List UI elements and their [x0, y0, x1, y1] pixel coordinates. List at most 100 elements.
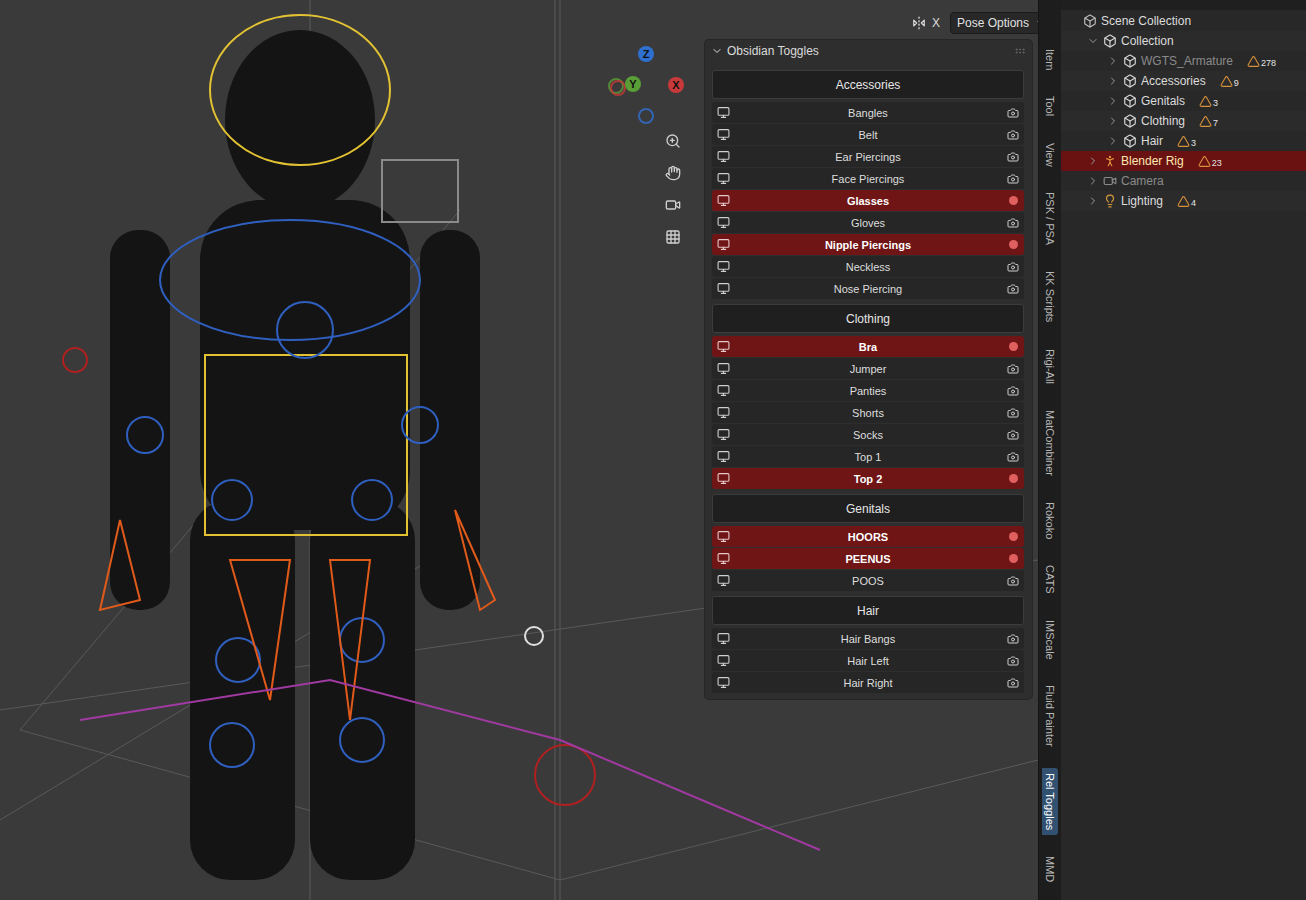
sidebar-tab[interactable]: Tool: [1042, 91, 1058, 121]
toggle-row[interactable]: Hair Bangs: [712, 628, 1024, 649]
outliner-row[interactable]: Lighting 4: [1061, 191, 1306, 211]
toggle-row[interactable]: POOS: [712, 570, 1024, 591]
toggle-label: Hair Left: [734, 655, 1002, 667]
toggle-row[interactable]: Face Piercings: [712, 168, 1024, 189]
chevron-right-icon[interactable]: [1087, 195, 1099, 207]
mesh-icon: [1177, 135, 1190, 148]
toggle-row[interactable]: HOORS: [712, 526, 1024, 547]
sidebar-tab[interactable]: Item: [1042, 44, 1058, 75]
gizmo-axis[interactable]: Z: [638, 46, 654, 62]
sidebar-tab[interactable]: MatCombiner: [1042, 405, 1058, 481]
outliner-header: [1061, 0, 1306, 10]
toggle-row[interactable]: Nose Piercing: [712, 278, 1024, 299]
camera-view-button[interactable]: [662, 194, 684, 216]
chevron-right-icon[interactable]: [1107, 75, 1119, 87]
toggle-label: Gloves: [734, 217, 1002, 229]
floor-grid: [0, 0, 1038, 900]
object-count: 9: [1220, 75, 1239, 88]
toggle-row[interactable]: Bra: [712, 336, 1024, 357]
monitor-icon: [712, 106, 734, 119]
hidden-dot: [1009, 532, 1018, 541]
toggle-label: Hair Bangs: [734, 633, 1002, 645]
outliner-row[interactable]: Scene Collection: [1061, 11, 1306, 31]
chevron-right-icon[interactable]: [1107, 115, 1119, 127]
hidden-dot: [1009, 240, 1018, 249]
panel-header[interactable]: Obsidian Toggles: [705, 40, 1032, 62]
toggle-row[interactable]: Top 1: [712, 446, 1024, 467]
toggle-row[interactable]: Glasses: [712, 190, 1024, 211]
sidebar-tab[interactable]: IMScale: [1042, 615, 1058, 665]
pan-button[interactable]: [662, 162, 684, 184]
toggle-label: HOORS: [734, 531, 1002, 543]
mesh-icon: [1198, 155, 1211, 168]
viewport-header-tools: X Pose Options: [906, 12, 1038, 34]
toggle-row[interactable]: Top 2: [712, 468, 1024, 489]
mesh-icon: [1199, 115, 1212, 128]
chevron-down-icon[interactable]: [1087, 35, 1099, 47]
zoom-button[interactable]: [662, 130, 684, 152]
outliner-row[interactable]: Accessories9: [1061, 71, 1306, 91]
toggle-row[interactable]: Neckless: [712, 256, 1024, 277]
sidebar-tab[interactable]: CATS: [1042, 560, 1058, 599]
sidebar-tab[interactable]: KK Scripts: [1042, 266, 1058, 327]
mirror-toggle[interactable]: X: [906, 14, 946, 32]
sidebar-tab[interactable]: PSK / PSA: [1042, 187, 1058, 250]
chevron-right-icon[interactable]: [1087, 155, 1099, 167]
outliner-row[interactable]: WGTS_Armature278: [1061, 51, 1306, 71]
outliner-label: WGTS_Armature: [1141, 54, 1233, 68]
toggle-row[interactable]: Panties: [712, 380, 1024, 401]
outliner-label: Lighting: [1121, 194, 1163, 208]
monitor-icon: [712, 654, 734, 667]
gizmo-axis[interactable]: Y: [625, 76, 641, 92]
toggle-section: GenitalsHOORSPEENUSPOOS: [712, 494, 1024, 591]
chevron-right-icon[interactable]: [1087, 175, 1099, 187]
gizmo-axis[interactable]: X: [668, 77, 684, 93]
toggle-row[interactable]: Ear Piercings: [712, 146, 1024, 167]
grip-icon[interactable]: [1014, 45, 1026, 57]
outliner-row[interactable]: Camera: [1061, 171, 1306, 191]
viewport[interactable]: XPose OptionsZYXObsidian TogglesAccessor…: [0, 0, 1038, 900]
toggle-row[interactable]: PEENUS: [712, 548, 1024, 569]
toggle-row[interactable]: Gloves: [712, 212, 1024, 233]
camera-icon: [1002, 217, 1024, 229]
sidebar-tab[interactable]: MMD: [1042, 851, 1058, 887]
outliner-row[interactable]: Collection: [1061, 31, 1306, 51]
toggle-label: Glasses: [734, 195, 1002, 207]
sidebar-tab[interactable]: Rel Toggles: [1042, 768, 1058, 835]
navigation-gizmo[interactable]: ZY X: [606, 44, 686, 126]
outliner-row[interactable]: Hair3: [1061, 131, 1306, 151]
toggle-row[interactable]: Socks: [712, 424, 1024, 445]
hidden-dot: [1009, 342, 1018, 351]
hidden-dot: [1009, 554, 1018, 563]
outliner-row[interactable]: Blender Rig23: [1061, 151, 1306, 171]
toggle-row[interactable]: Shorts: [712, 402, 1024, 423]
sidebar-tab[interactable]: Rokoko: [1042, 497, 1058, 544]
chevron-right-icon[interactable]: [1107, 135, 1119, 147]
pose-options-dropdown[interactable]: Pose Options: [950, 12, 1038, 34]
chevron-right-icon[interactable]: [1107, 55, 1119, 67]
object-count: 4: [1177, 195, 1196, 208]
chevron-right-icon[interactable]: [1107, 95, 1119, 107]
toggle-row[interactable]: Jumper: [712, 358, 1024, 379]
toggle-label: Panties: [734, 385, 1002, 397]
outliner-label: Blender Rig: [1121, 154, 1184, 168]
perspective-button[interactable]: [662, 226, 684, 248]
monitor-icon: [712, 282, 734, 295]
gizmo-negative-axis[interactable]: [610, 80, 626, 96]
toggle-row[interactable]: Hair Right: [712, 672, 1024, 693]
sidebar-tab[interactable]: Fluid Painter: [1042, 680, 1058, 752]
navigation-tools: [662, 130, 684, 248]
sidebar-tab[interactable]: Rigi-All: [1042, 344, 1058, 389]
toggle-row[interactable]: Belt: [712, 124, 1024, 145]
outliner-row[interactable]: Genitals3: [1061, 91, 1306, 111]
toggle-row[interactable]: Nipple Piercings: [712, 234, 1024, 255]
toggle-row[interactable]: Hair Left: [712, 650, 1024, 671]
outliner-row[interactable]: Clothing7: [1061, 111, 1306, 131]
collection-icon: [1083, 14, 1097, 28]
gizmo-negative-axis[interactable]: [638, 108, 654, 124]
monitor-icon: [712, 632, 734, 645]
toggle-row[interactable]: Bangles: [712, 102, 1024, 123]
pose-options-label: Pose Options: [957, 16, 1029, 30]
sidebar-tab[interactable]: View: [1042, 138, 1058, 172]
toggle-label: PEENUS: [734, 553, 1002, 565]
